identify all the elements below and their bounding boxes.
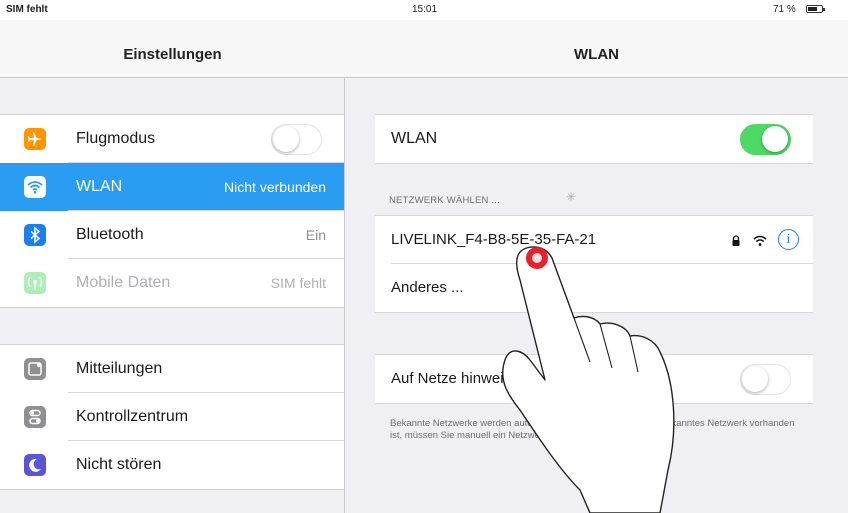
system-group: Mitteilungen Kontrollzentrum Nicht störe… — [0, 344, 344, 490]
mobile-data-status-value: SIM fehlt — [270, 275, 326, 291]
wlan-detail-pane: WLAN NETZWERK WÄHLEN ... LIVELINK_F4-B8-… — [345, 78, 848, 513]
info-icon[interactable]: i — [778, 229, 799, 250]
battery-percent: 71 % — [773, 4, 796, 15]
bluetooth-icon — [24, 224, 46, 246]
settings-list: Flugmodus WLAN Nicht verbunden Bluetooth… — [0, 78, 345, 513]
sidebar-item-label: Nicht stören — [76, 456, 162, 473]
battery-icon — [806, 5, 825, 13]
status-bar: SIM fehlt 15:01 71 % — [0, 0, 848, 20]
settings-nav-bar: Einstellungen — [0, 20, 345, 78]
ask-join-footer: Bekannte Netzwerke werden automatisch ve… — [390, 418, 795, 441]
wifi-icon — [24, 176, 46, 198]
choose-network-header: NETZWERK WÄHLEN ... — [389, 195, 500, 206]
lock-icon — [731, 234, 741, 252]
network-name: LIVELINK_F4-B8-5E-35-FA-21 — [391, 231, 597, 248]
sidebar-item-label: WLAN — [76, 178, 123, 195]
wlan-switch-label: WLAN — [391, 130, 438, 147]
carrier-label: SIM fehlt — [6, 4, 48, 15]
ask-join-card: Auf Netze hinweisen — [375, 354, 813, 404]
clock: 15:01 — [412, 4, 438, 15]
sidebar-item-label: Mitteilungen — [76, 360, 163, 377]
network-row-livelink[interactable]: LIVELINK_F4-B8-5E-35-FA-21 i — [375, 216, 813, 264]
sidebar-item-label: Flugmodus — [76, 130, 156, 147]
sidebar-item-mitteilungen[interactable]: Mitteilungen — [0, 345, 344, 393]
sidebar-item-label: Kontrollzentrum — [76, 408, 189, 425]
sidebar-item-flugmodus[interactable]: Flugmodus — [0, 115, 344, 163]
wlan-switch-card: WLAN — [375, 114, 813, 164]
settings-title: Einstellungen — [123, 46, 222, 63]
ask-join-row: Auf Netze hinweisen — [375, 355, 813, 403]
moon-icon — [24, 454, 46, 476]
loading-spinner-icon: ✳ — [566, 190, 577, 204]
sidebar-item-kontrollzentrum[interactable]: Kontrollzentrum — [0, 393, 344, 441]
network-list: LIVELINK_F4-B8-5E-35-FA-21 i Anderes ... — [375, 215, 813, 313]
sidebar-item-mobile-data[interactable]: Mobile Daten SIM fehlt — [0, 259, 344, 307]
sidebar-item-wlan[interactable]: WLAN Nicht verbunden — [0, 163, 344, 211]
notifications-icon — [24, 358, 46, 380]
network-row-other[interactable]: Anderes ... — [375, 264, 813, 312]
sidebar-item-bluetooth[interactable]: Bluetooth Ein — [0, 211, 344, 259]
wlan-toggle[interactable] — [740, 124, 791, 155]
bluetooth-status-value: Ein — [305, 227, 326, 243]
wifi-signal-icon — [753, 234, 767, 252]
wlan-switch-row: WLAN — [375, 115, 813, 163]
control-center-icon — [24, 406, 46, 428]
ask-join-toggle[interactable] — [740, 364, 791, 395]
sidebar-item-label: Mobile Daten — [76, 274, 171, 291]
other-network-label: Anderes ... — [391, 279, 464, 296]
airplane-mode-toggle[interactable] — [271, 124, 322, 155]
wlan-nav-bar: WLAN — [345, 20, 848, 78]
connectivity-group: Flugmodus WLAN Nicht verbunden Bluetooth… — [0, 114, 344, 308]
battery-fill — [808, 7, 818, 11]
ask-join-label: Auf Netze hinweisen — [391, 370, 528, 387]
airplane-icon — [24, 128, 46, 150]
sidebar-item-label: Bluetooth — [76, 226, 144, 243]
wlan-status-value: Nicht verbunden — [224, 179, 326, 195]
sidebar-item-nicht-storen[interactable]: Nicht stören — [0, 441, 344, 489]
wlan-title: WLAN — [574, 46, 619, 63]
cellular-icon — [24, 272, 46, 294]
